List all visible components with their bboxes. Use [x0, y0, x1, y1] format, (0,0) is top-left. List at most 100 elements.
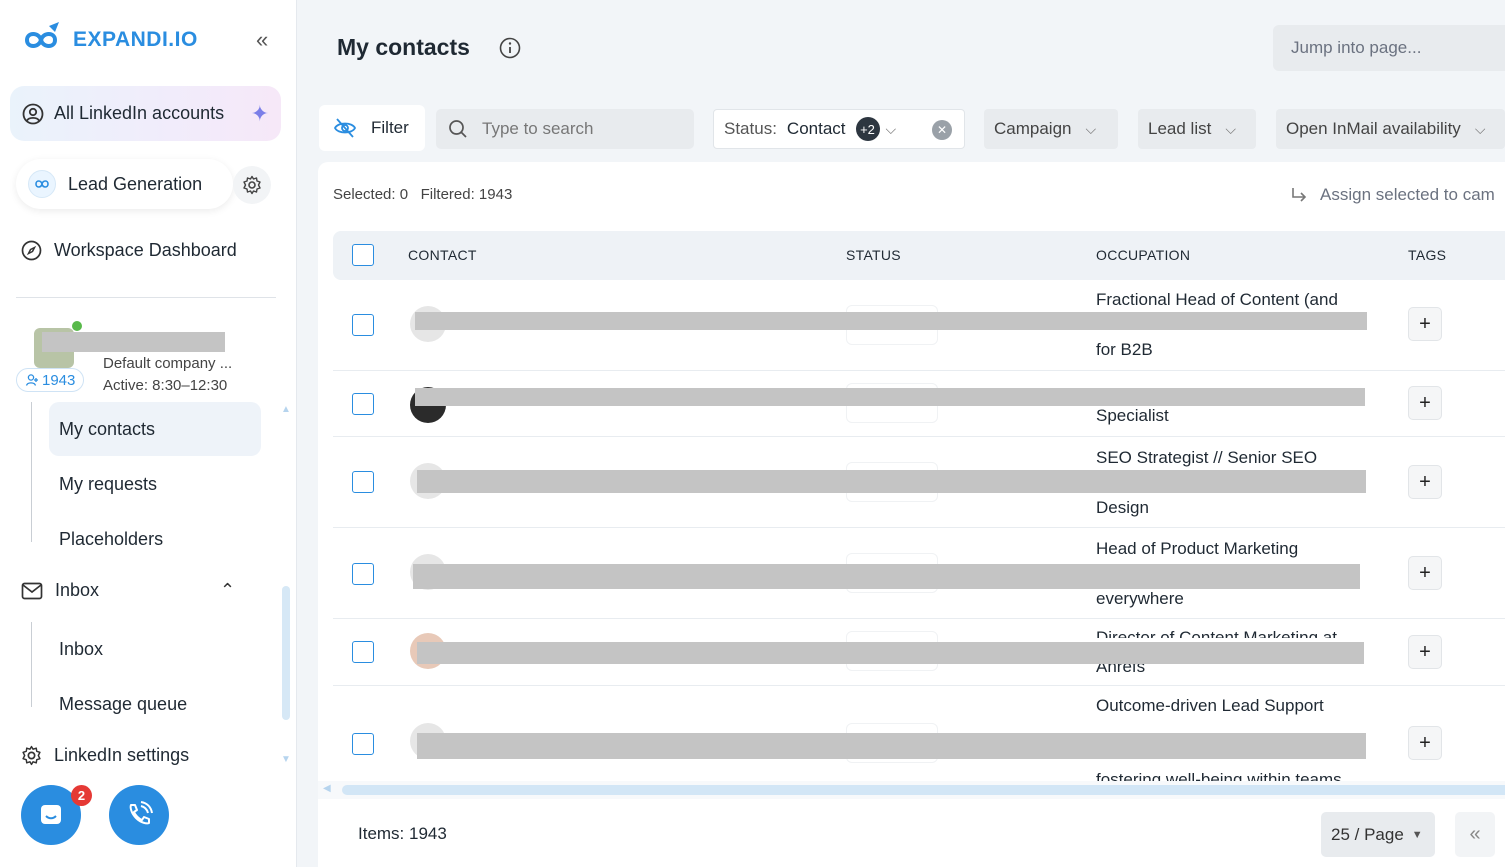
sidebar-item-label: My requests	[59, 473, 158, 494]
add-tag-button[interactable]: +	[1408, 307, 1442, 341]
status-filter-value: Contact	[786, 119, 846, 138]
items-count: Items: 1943	[358, 824, 447, 843]
jump-into-page-input[interactable]	[1273, 25, 1505, 71]
add-tag-button[interactable]: +	[1408, 556, 1442, 590]
workspace-selector[interactable]: Lead Generation	[16, 159, 233, 209]
occupation-text: Design	[1096, 498, 1149, 517]
lead-list-dropdown[interactable]: Lead list ⌵	[1138, 109, 1256, 149]
sidebar-item-inbox[interactable]: Inbox	[49, 622, 261, 676]
sidebar-item-label: Message queue	[59, 693, 188, 714]
sidebar: EXPANDI.IO « All LinkedIn accounts ✦ Lea…	[0, 0, 297, 867]
row-checkbox[interactable]	[352, 563, 374, 585]
search-field[interactable]	[436, 109, 694, 149]
chevron-down-icon: ⌵	[1085, 120, 1097, 137]
sidebar-section-inbox[interactable]: Inbox	[21, 580, 99, 601]
brand-name: EXPANDI.IO	[73, 28, 198, 51]
horizontal-scrollbar-thumb[interactable]	[342, 785, 1505, 795]
column-header-contact[interactable]: CONTACT	[408, 247, 477, 263]
first-page-button[interactable]: «	[1455, 812, 1495, 857]
eye-slash-icon	[333, 118, 357, 138]
add-tag-button[interactable]: +	[1408, 386, 1442, 420]
column-header-occupation[interactable]: OCCUPATION	[1096, 247, 1190, 263]
workspace-dashboard-link[interactable]: Workspace Dashboard	[21, 240, 237, 261]
table-header	[333, 231, 1505, 280]
compass-icon	[21, 240, 42, 261]
page-title: My contacts	[337, 34, 470, 60]
sidebar-item-message-queue[interactable]: Message queue	[49, 677, 261, 731]
sidebar-item-linkedin-settings[interactable]: LinkedIn settings	[21, 745, 189, 766]
assign-to-campaign-button[interactable]: Assign selected to cam	[1290, 185, 1495, 205]
occupation-text: Director of Content Marketing at	[1096, 628, 1337, 638]
expandi-logo[interactable]: EXPANDI.IO	[13, 20, 198, 60]
contacts-count-badge: 1943	[16, 368, 85, 392]
info-icon[interactable]	[499, 37, 521, 64]
clear-status-icon[interactable]: ✕	[932, 120, 952, 140]
select-all-checkbox[interactable]	[352, 244, 374, 266]
mail-icon	[21, 582, 43, 599]
workspace-settings-button[interactable]	[233, 166, 271, 204]
occupation-text: Outcome-driven Lead Support	[1096, 696, 1324, 715]
occupation-text: everywhere	[1096, 589, 1184, 608]
sidebar-scrollbar-thumb[interactable]	[282, 586, 290, 720]
sparkle-icon: ✦	[250, 101, 269, 126]
chevron-down-icon: ⌵	[1225, 120, 1236, 137]
workspace-icon	[28, 170, 56, 198]
inmail-availability-dropdown[interactable]: Open InMail availability ⌵	[1276, 109, 1505, 149]
selected-count: Selected: 0	[333, 186, 409, 203]
account-company: Default company ...	[103, 355, 233, 372]
row-checkbox[interactable]	[352, 314, 374, 336]
campaign-dropdown[interactable]: Campaign ⌵	[984, 109, 1118, 149]
chevron-down-icon: ⌵	[1474, 120, 1486, 137]
all-linkedin-accounts-button[interactable]: All LinkedIn accounts ✦	[10, 86, 281, 141]
row-checkbox[interactable]	[352, 733, 374, 755]
arrow-turn-icon	[1292, 188, 1307, 202]
add-tag-button[interactable]: +	[1408, 465, 1442, 499]
tree-connector	[31, 402, 32, 542]
inbox-section-label: Inbox	[55, 580, 100, 600]
status-extra-count-badge: +2	[855, 117, 880, 141]
scroll-left-arrow[interactable]: ◀	[323, 783, 331, 794]
page-size-select[interactable]: 25 / Page ▼	[1321, 812, 1435, 857]
redacted-contact-info	[417, 470, 1366, 493]
sidebar-item-my-requests[interactable]: My requests	[49, 457, 261, 511]
column-header-status[interactable]: STATUS	[846, 247, 901, 263]
add-tag-button[interactable]: +	[1408, 635, 1442, 669]
redacted-contact-info	[417, 642, 1364, 664]
gear-icon	[243, 175, 261, 195]
chevron-up-icon[interactable]: ⌃	[220, 580, 235, 601]
sidebar-item-placeholders[interactable]: Placeholders	[49, 512, 261, 566]
redacted-contact-info	[415, 388, 1365, 406]
redacted-contact-info	[415, 312, 1367, 330]
occupation-text: Specialist	[1096, 406, 1169, 425]
inmail-dropdown-label: Open InMail availability	[1286, 119, 1461, 138]
user-icon	[25, 374, 38, 386]
sidebar-item-label: Placeholders	[59, 528, 164, 549]
sidebar-item-label: My contacts	[59, 418, 156, 439]
occupation-text: SEO Strategist // Senior SEO	[1096, 448, 1318, 467]
campaign-dropdown-label: Campaign	[994, 119, 1072, 138]
call-button[interactable]	[109, 785, 169, 845]
linkedin-settings-label: LinkedIn settings	[54, 745, 190, 765]
occupation-text: Fractional Head of Content (and	[1096, 290, 1338, 309]
row-checkbox[interactable]	[352, 393, 374, 415]
assign-label: Assign selected to cam	[1320, 185, 1495, 204]
occupation-text: Head of Product Marketing	[1096, 539, 1299, 558]
workspace-name: Lead Generation	[68, 173, 203, 194]
workspace-dashboard-label: Workspace Dashboard	[54, 240, 237, 260]
filter-button[interactable]: Filter	[319, 105, 425, 151]
chat-notification-badge: 2	[71, 785, 92, 806]
add-tag-button[interactable]: +	[1408, 726, 1442, 760]
search-input[interactable]	[482, 119, 682, 139]
redacted-contact-info	[417, 733, 1366, 759]
status-filter[interactable]: Status: Contact +2 ⌵ ✕	[713, 109, 965, 149]
page-size-value: 25 / Page	[1331, 824, 1404, 844]
column-header-tags[interactable]: TAGS	[1408, 247, 1446, 263]
collapse-sidebar-icon[interactable]: «	[256, 29, 268, 51]
row-checkbox[interactable]	[352, 641, 374, 663]
sidebar-item-my-contacts[interactable]: My contacts	[49, 402, 261, 456]
scroll-up-arrow[interactable]: ▲	[281, 404, 291, 415]
scroll-down-arrow[interactable]: ▼	[281, 754, 291, 765]
linkedin-account-card[interactable]: 1943 Default company ... Active: 8:30–12…	[16, 321, 276, 398]
caret-down-icon: ▼	[1411, 828, 1423, 841]
row-checkbox[interactable]	[352, 471, 374, 493]
